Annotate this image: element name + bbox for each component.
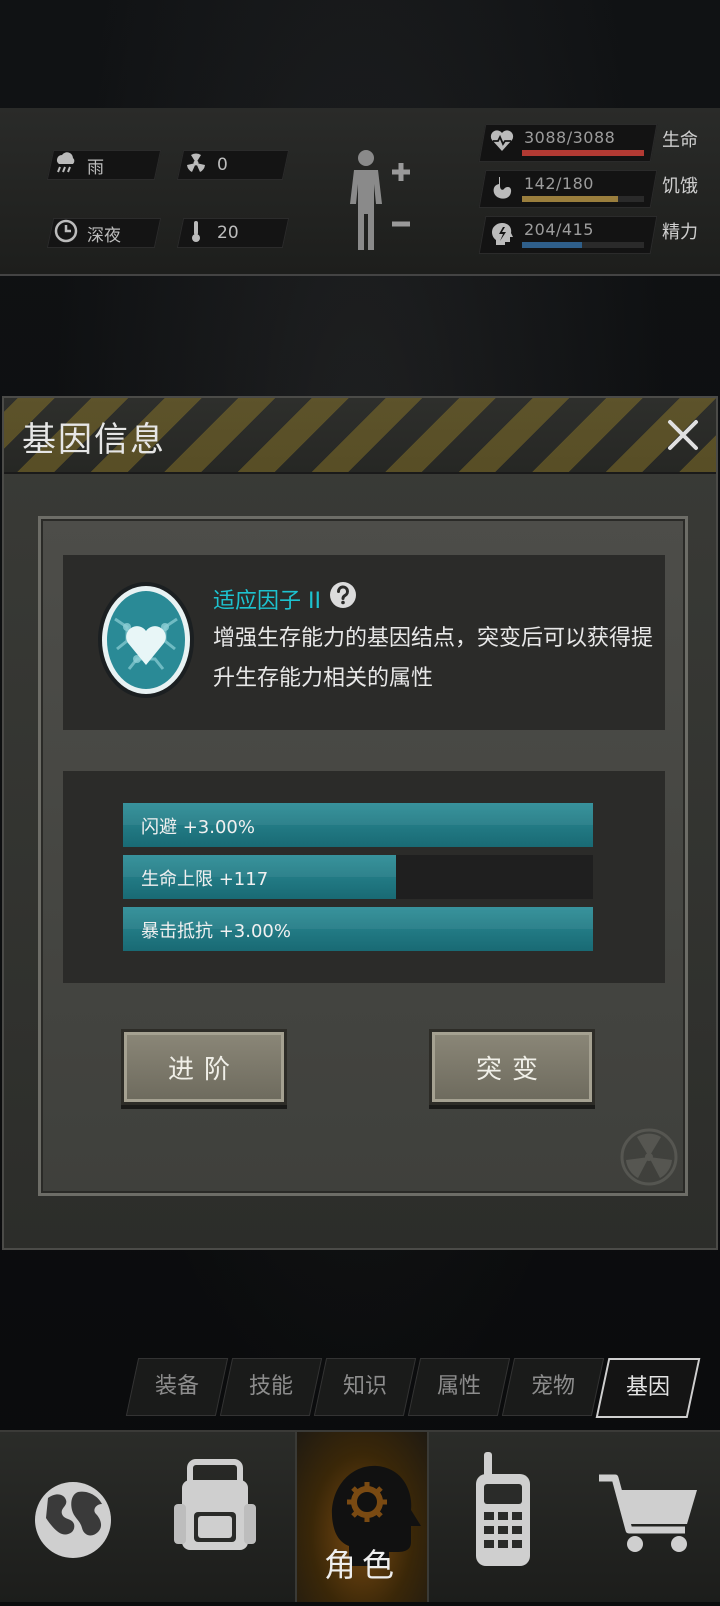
tab-label: 知识 (342, 1374, 387, 1399)
energy-bar (522, 242, 582, 248)
radiation-indicator[interactable]: 0 (176, 150, 290, 180)
energy-label: 精力 (662, 222, 698, 243)
nav-character[interactable]: 角色 (295, 1432, 429, 1602)
advance-button[interactable]: 进阶 (121, 1029, 287, 1105)
body-status-icon[interactable] (346, 148, 416, 252)
stat-bar-max-health: 生命上限 +117 (123, 855, 593, 899)
energy-head-icon (490, 222, 514, 246)
clock-icon (51, 219, 81, 248)
gene-heart-icon[interactable] (95, 579, 197, 701)
health-value: 3088/3088 (524, 128, 616, 147)
health-bar (522, 150, 644, 156)
backpack-icon (174, 1459, 256, 1550)
shopping-cart-icon (599, 1474, 697, 1552)
vital-hunger[interactable]: 142/180 饥饿 (478, 170, 718, 208)
tab-skills[interactable]: 技能 (219, 1358, 323, 1416)
tab-pets[interactable]: 宠物 (501, 1358, 605, 1416)
bottom-nav: 角色 (0, 1430, 720, 1602)
stat-bar-dodge: 闪避 +3.00% (123, 803, 593, 847)
nav-world[interactable] (8, 1432, 138, 1602)
gene-stats-box: 闪避 +3.00% 生命上限 +117 暴击抵抗 +3.00% (63, 771, 665, 983)
nav-backpack[interactable] (150, 1432, 280, 1602)
weather-text: 雨 (87, 157, 104, 178)
time-text: 深夜 (87, 225, 121, 246)
nav-radio[interactable] (440, 1432, 570, 1602)
mutate-button[interactable]: 突变 (429, 1029, 595, 1105)
thermometer-icon (181, 219, 211, 248)
energy-value: 204/415 (524, 220, 594, 239)
walkie-talkie-icon (476, 1452, 530, 1566)
tab-label: 装备 (154, 1374, 199, 1399)
tab-genes[interactable]: 基因 (595, 1358, 701, 1418)
globe-icon (35, 1482, 111, 1558)
radiation-value: 0 (217, 155, 228, 175)
temperature-value: 20 (217, 223, 239, 243)
time-indicator[interactable]: 深夜 (46, 218, 162, 248)
stat-bar-crit-resist: 暴击抵抗 +3.00% (123, 907, 593, 951)
tab-knowledge[interactable]: 知识 (313, 1358, 417, 1416)
weather-indicator[interactable]: 雨 (46, 150, 162, 180)
vital-health[interactable]: 3088/3088 生命 (478, 124, 718, 162)
heartbeat-icon (490, 130, 514, 154)
character-tabs: 装备 技能 知识 属性 宠物 基因 (125, 1358, 701, 1418)
help-icon[interactable] (329, 581, 357, 609)
gene-name: 适应因子 II (213, 589, 321, 614)
radiation-watermark-icon (620, 1128, 678, 1186)
temperature-indicator[interactable]: 20 (176, 218, 290, 248)
tab-label: 属性 (436, 1374, 481, 1399)
status-bar: 雨 0 深夜 20 3088/3088 生命 142/180 饥饿 204/41… (0, 108, 720, 276)
stat-text-dodge: 闪避 +3.00% (141, 817, 255, 838)
gene-info-box: 适应因子 II 增强生存能力的基因结点，突变后可以获得提升生存能力相关的属性 (63, 555, 665, 730)
stomach-icon (490, 176, 514, 200)
tab-label: 基因 (625, 1375, 670, 1400)
stat-text-crit-resist: 暴击抵抗 +3.00% (141, 921, 291, 942)
gene-description: 增强生存能力的基因结点，突变后可以获得提升生存能力相关的属性 (213, 626, 654, 691)
stat-text-max-health: 生命上限 +117 (141, 869, 269, 890)
tab-equipment[interactable]: 装备 (125, 1358, 229, 1416)
nav-shop[interactable] (585, 1432, 715, 1602)
close-icon[interactable] (660, 412, 706, 458)
tab-label: 技能 (248, 1374, 293, 1399)
vital-energy[interactable]: 204/415 精力 (478, 216, 718, 254)
tab-label: 宠物 (530, 1374, 575, 1399)
gene-panel: 适应因子 II 增强生存能力的基因结点，突变后可以获得提升生存能力相关的属性 闪… (38, 516, 688, 1196)
dialog-header: 基因信息 (4, 398, 716, 474)
health-label: 生命 (662, 130, 698, 151)
tab-attributes[interactable]: 属性 (407, 1358, 511, 1416)
dialog-title: 基因信息 (22, 420, 166, 460)
hunger-label: 饥饿 (662, 176, 698, 197)
rain-cloud-icon (51, 151, 81, 179)
radiation-icon (181, 152, 211, 179)
hunger-bar (522, 196, 619, 202)
nav-character-label: 角色 (323, 1546, 400, 1584)
hunger-value: 142/180 (524, 174, 594, 193)
gene-info-dialog: 基因信息 适应因子 II 增强生存能力的基因结点，突变后可以获得提升生存能力相关… (2, 396, 718, 1250)
